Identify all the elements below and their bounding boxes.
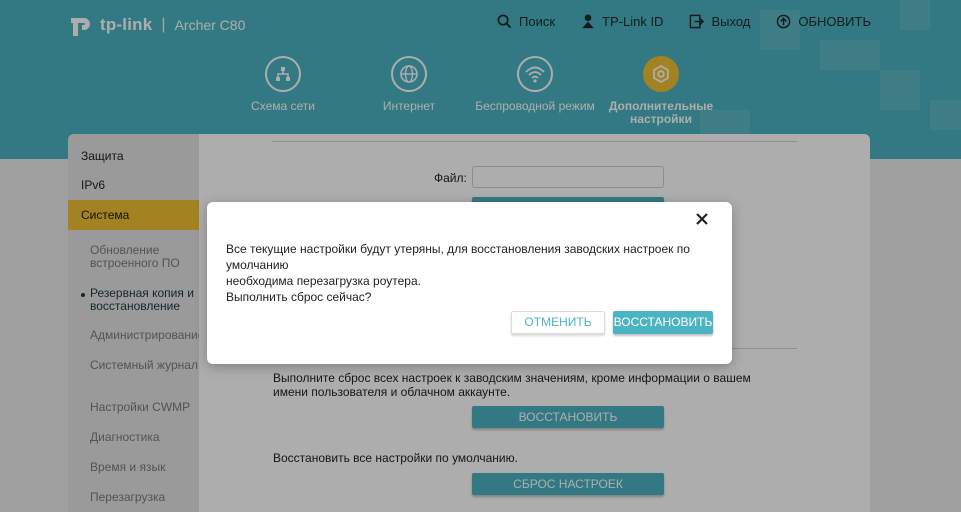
dialog-message-line: необходима перезагрузка роутера. [226,274,421,288]
dialog-message: Все текущие настройки будут утеряны, для… [226,241,721,305]
dialog-message-line: Все текущие настройки будут утеряны, для… [226,242,690,272]
confirm-restore-button[interactable]: ВОССТАНОВИТЬ [613,311,713,334]
cancel-button[interactable]: ОТМЕНИТЬ [511,311,605,334]
dialog-message-question: Выполнить сброс сейчас? [226,290,372,304]
close-button[interactable] [694,211,710,227]
confirm-reset-dialog: Все текущие настройки будут утеряны, для… [207,202,732,364]
close-icon [696,213,708,225]
